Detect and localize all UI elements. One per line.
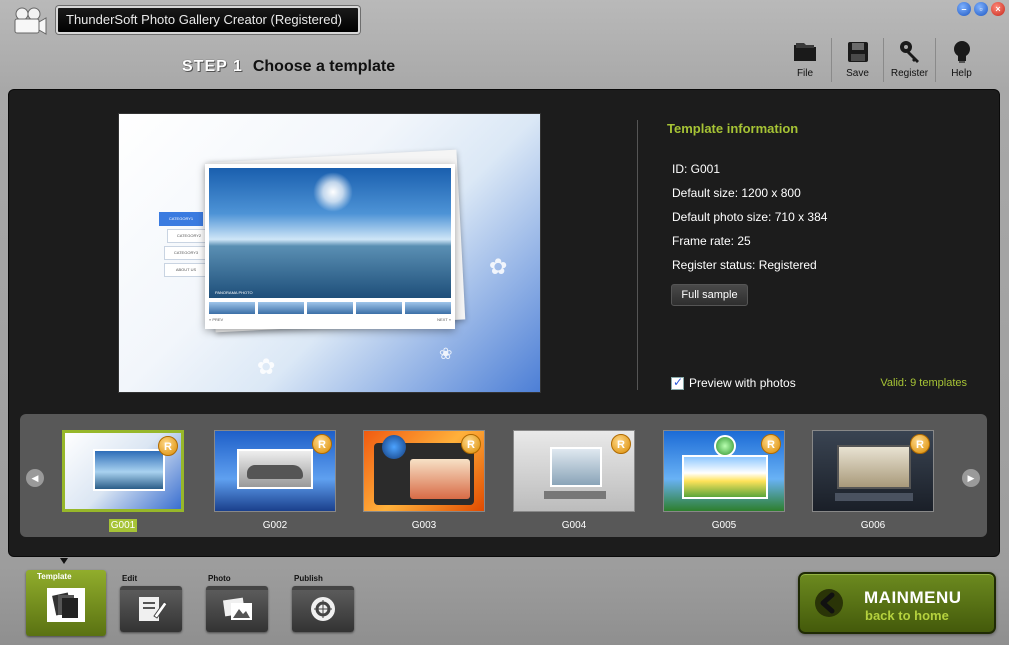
register-label: Register [890, 68, 929, 79]
registered-badge: R [611, 434, 631, 454]
preview-prev: « PREV [209, 317, 224, 322]
lightbulb-icon [953, 41, 970, 63]
flower-icon: ✿ [257, 354, 276, 379]
step-title: Choose a template [252, 58, 396, 75]
valid-templates-count: Valid: 9 templates [880, 377, 967, 389]
template-thumb[interactable]: R G005 [662, 430, 786, 531]
publish-globe-icon [311, 597, 335, 621]
template-id: ID: G001 [672, 162, 721, 176]
mainmenu-title: MAINMENU [864, 588, 962, 607]
close-button[interactable]: × [991, 2, 1005, 16]
nav-publish-label: Publish [294, 574, 323, 583]
template-thumb[interactable]: R G004 [512, 430, 636, 531]
template-thumb-label: G006 [860, 520, 886, 531]
notepad-pen-icon [139, 597, 168, 621]
template-thumb[interactable]: R G006 [811, 430, 935, 531]
template-default-photo-size: Default photo size: 710 x 384 [672, 210, 828, 224]
template-thumb-image: R [62, 430, 184, 512]
preview-menu-item: ABOUT US [164, 263, 208, 277]
preview-with-photos-label: Preview with photos [689, 376, 796, 390]
template-info-list: ID: G001 Default size: 1200 x 800 Defaul… [672, 162, 827, 282]
template-thumb-image: R [363, 430, 485, 512]
nav-photo[interactable]: Photo [206, 574, 270, 632]
nav-template-label: Template [37, 572, 72, 581]
scroll-left-button[interactable]: ◀ [26, 469, 44, 487]
key-icon [899, 41, 919, 63]
preview-caption: PANORAMA PHOTO [215, 290, 253, 295]
step-number: STEP 1 [182, 58, 243, 75]
template-strip: ◀ R G001 R G002 R G003 R G004 R G005 R G… [20, 414, 987, 537]
flower-icon: ❀ [439, 346, 453, 363]
mainmenu-subtitle: back to home [865, 608, 949, 623]
active-pointer [60, 558, 68, 564]
restore-button[interactable]: ▫ [974, 2, 988, 16]
template-pages-icon [47, 588, 85, 622]
template-preview[interactable]: CATEGORY1 CATEGORY2 CATEGORY3 ABOUT US P… [118, 113, 541, 393]
folder-icon [794, 43, 816, 61]
template-frame-rate: Frame rate: 25 [672, 234, 751, 248]
photos-icon [222, 597, 252, 620]
window-controls: – ▫ × [957, 2, 1005, 16]
registered-badge: R [761, 434, 781, 454]
preview-next: NEXT » [437, 317, 451, 322]
template-thumb[interactable]: R G003 [362, 430, 486, 531]
template-thumb-label: G003 [411, 520, 437, 531]
help-button[interactable]: Help [935, 38, 987, 82]
nav-template[interactable]: Template [26, 558, 106, 636]
file-label: File [796, 68, 814, 79]
scroll-right-button[interactable]: ▶ [962, 469, 980, 487]
step-heading: STEP 1 Choose a template [182, 58, 395, 76]
register-button[interactable]: Register [883, 38, 935, 82]
save-label: Save [846, 68, 869, 79]
app-logo-icon [12, 6, 48, 36]
preview-menu-item: CATEGORY1 [159, 212, 203, 226]
file-button[interactable]: File [779, 38, 831, 82]
template-info-title: Template information [667, 121, 799, 136]
mainmenu-button[interactable]: MAINMENU back to home [798, 572, 996, 634]
registered-badge: R [461, 434, 481, 454]
template-thumb-image: R [663, 430, 785, 512]
template-thumb[interactable]: R G001 [61, 430, 185, 532]
template-register-status: Register status: Registered [672, 258, 817, 272]
template-thumb-label: G005 [711, 520, 737, 531]
nav-publish[interactable]: Publish [292, 574, 356, 632]
nav-photo-label: Photo [208, 574, 231, 583]
template-thumb-image: R [214, 430, 336, 512]
template-thumb-image: R [812, 430, 934, 512]
preview-card: PANORAMA PHOTO « PREV NEXT » [205, 164, 455, 329]
preview-with-photos-checkbox[interactable] [671, 375, 684, 390]
divider [637, 120, 638, 390]
full-sample-button[interactable]: Full sample [671, 284, 748, 306]
floppy-disk-icon [847, 42, 868, 62]
minimize-button[interactable]: – [957, 2, 971, 16]
template-default-size: Default size: 1200 x 800 [672, 186, 801, 200]
preview-photo: PANORAMA PHOTO [209, 168, 451, 298]
registered-badge: R [312, 434, 332, 454]
template-thumb-label: G002 [262, 520, 288, 531]
registered-badge: R [158, 436, 178, 456]
nav-edit[interactable]: Edit [120, 574, 184, 632]
save-button[interactable]: Save [831, 38, 883, 82]
main-panel: CATEGORY1 CATEGORY2 CATEGORY3 ABOUT US P… [8, 89, 1000, 557]
preview-menu-item: CATEGORY3 [164, 246, 208, 260]
sun-glare [313, 172, 353, 212]
template-thumb-label: G001 [108, 519, 138, 532]
window-title: ThunderSoft Photo Gallery Creator (Regis… [56, 6, 360, 34]
flower-icon: ✿ [489, 254, 508, 279]
nav-edit-label: Edit [122, 574, 138, 583]
registered-badge: R [910, 434, 930, 454]
help-label: Help [951, 68, 972, 79]
template-thumb-image: R [513, 430, 635, 512]
preview-thumbnails [209, 302, 451, 314]
preview-pager: « PREV NEXT » [209, 317, 451, 322]
back-arrow-icon [815, 589, 843, 617]
template-thumb[interactable]: R G002 [213, 430, 337, 531]
toolbar: File Save Register Help [779, 38, 987, 82]
preview-with-photos-option[interactable]: Preview with photos [671, 375, 796, 390]
template-thumb-label: G004 [561, 520, 587, 531]
